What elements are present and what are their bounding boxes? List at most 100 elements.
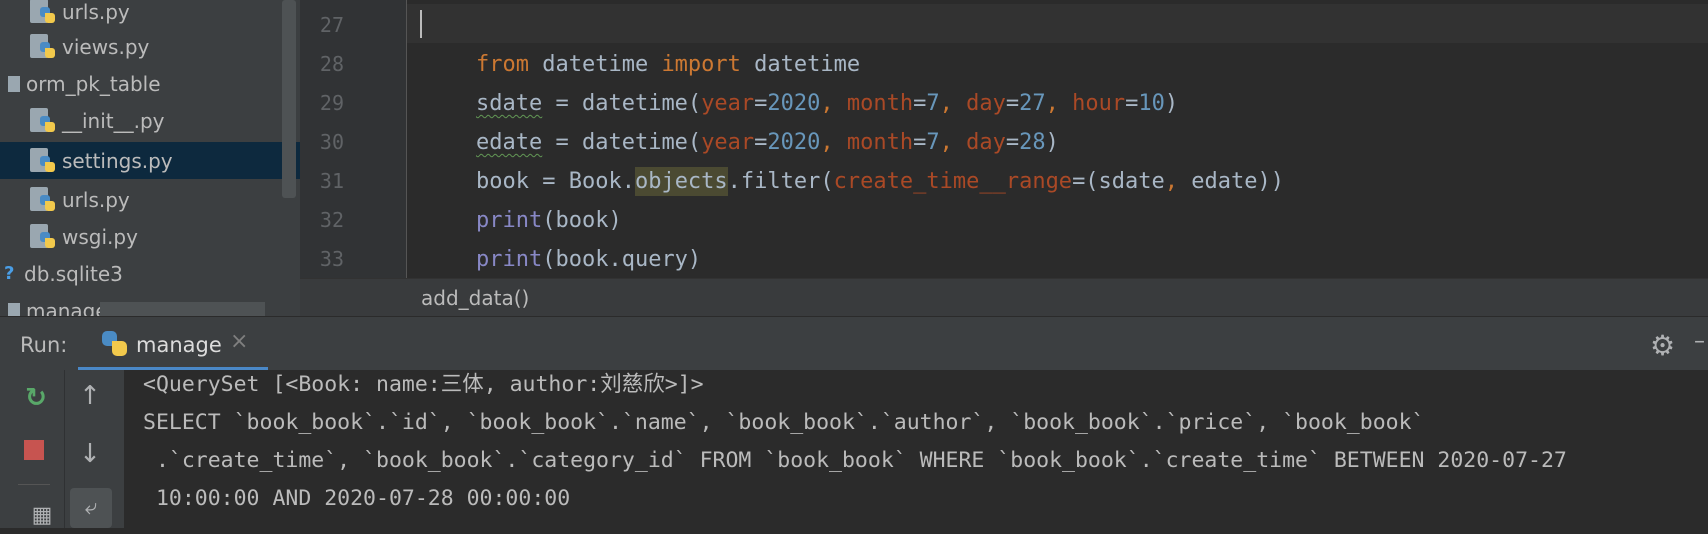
code-token: hour <box>1072 91 1126 116</box>
tree-item-init[interactable]: __init__.py <box>0 102 300 139</box>
code-token: objects <box>634 167 728 196</box>
code-token: , <box>939 130 967 155</box>
code-token: (book.query) <box>542 247 702 272</box>
code-token: month <box>846 91 914 116</box>
code-token: print <box>476 208 543 233</box>
layout-icon[interactable]: ▦ <box>22 498 62 534</box>
tree-item-db-sqlite3[interactable]: ? db.sqlite3 <box>0 255 300 292</box>
code-line[interactable]: print(book.query) <box>476 240 701 279</box>
tree-item-orm-pk-table[interactable]: orm_pk_table <box>0 65 300 102</box>
code-token: create_time__range <box>833 169 1073 194</box>
code-token: month <box>846 130 914 155</box>
code-token: 27 <box>1019 91 1046 116</box>
current-line-highlight <box>407 4 1708 43</box>
minimize-icon[interactable]: – <box>1694 329 1705 354</box>
stop-icon[interactable] <box>24 440 44 460</box>
code-token: import <box>661 52 741 77</box>
code-token: day <box>966 91 1006 116</box>
tree-item-label: __init__.py <box>62 108 165 133</box>
code-token: , <box>1045 91 1073 116</box>
sidebar-horizontal-scrollbar[interactable] <box>100 302 265 316</box>
code-token: , <box>939 91 967 116</box>
run-label: Run: <box>20 333 68 357</box>
code-token: 10 <box>1138 91 1165 116</box>
code-line[interactable]: print(book) <box>476 201 622 240</box>
code-token: year <box>701 130 755 155</box>
code-token: 2020 <box>767 130 821 155</box>
code-line[interactable]: from datetime import datetime <box>476 45 860 84</box>
run-tab-label: manage <box>136 333 222 357</box>
console-line: .`create_time`, `book_book`.`category_id… <box>143 448 1567 473</box>
python-file-icon <box>8 302 20 316</box>
tree-item-label: wsgi.py <box>62 224 138 249</box>
python-file-icon <box>30 186 56 213</box>
line-number-gutter: 27 28 29 30 31 32 33 <box>300 0 407 278</box>
tree-item-urls[interactable]: urls.py <box>0 181 300 218</box>
breadcrumb-function[interactable]: add_data() <box>421 286 529 310</box>
console-output[interactable]: <QuerySet [<Book: name:三体, author:刘慈欣>]>… <box>124 370 1708 528</box>
python-file-icon <box>30 0 56 25</box>
code-token: , <box>820 130 847 155</box>
gear-icon[interactable]: ⚙ <box>1650 329 1675 362</box>
tree-item-label: views.py <box>62 34 150 59</box>
code-token: = <box>754 130 768 155</box>
tree-item-views[interactable]: views.py <box>0 28 300 65</box>
code-token: =(sdate <box>1072 169 1165 194</box>
code-token: ) <box>1045 130 1059 155</box>
code-token: = datetime( <box>542 130 702 155</box>
tree-item-label: db.sqlite3 <box>24 261 123 286</box>
code-token: from <box>476 52 529 77</box>
run-tab-manage[interactable]: manage × <box>78 317 268 371</box>
run-toolbar: ↻ ▦ ↑ ↓ ⤶ <box>0 370 124 528</box>
code-line[interactable]: book = Book.objects.filter(create_time__… <box>476 162 1284 201</box>
toolbar-divider <box>18 484 50 485</box>
code-token: (book) <box>542 208 622 233</box>
toolbar-separator <box>64 370 65 528</box>
code-token: day <box>966 130 1006 155</box>
code-token: year <box>701 91 755 116</box>
code-token: 7 <box>926 130 940 155</box>
python-file-icon <box>30 33 56 60</box>
tree-item-label: urls.py <box>62 187 130 212</box>
code-token: , <box>1164 169 1192 194</box>
sidebar-scrollbar[interactable] <box>282 0 296 198</box>
tree-item-label: urls.py <box>62 0 130 24</box>
code-line[interactable]: edate = datetime(year=2020, month=7, day… <box>476 123 1059 162</box>
code-token: ) <box>1164 91 1179 116</box>
code-token: 28 <box>1019 130 1046 155</box>
code-editor[interactable]: 27 28 29 30 31 32 33 from datetime impor… <box>300 0 1708 278</box>
python-icon <box>102 331 128 357</box>
arrow-up-icon[interactable]: ↑ <box>70 378 110 414</box>
arrow-down-icon[interactable]: ↓ <box>70 436 110 472</box>
code-token: print <box>476 247 543 272</box>
rerun-icon[interactable]: ↻ <box>16 380 56 416</box>
code-token: = datetime( <box>542 91 702 116</box>
tree-item-label: orm_pk_table <box>26 71 161 96</box>
code-token: datetime <box>740 52 861 77</box>
code-token: = <box>1125 91 1139 116</box>
close-icon[interactable]: × <box>230 329 248 354</box>
code-token: , <box>820 91 847 116</box>
tree-item-wsgi[interactable]: wsgi.py <box>0 218 300 255</box>
code-token: book = Book. <box>476 169 635 194</box>
python-file-icon <box>30 147 56 174</box>
code-token: = <box>913 130 927 155</box>
line-number: 30 <box>319 130 344 154</box>
line-number: 31 <box>319 169 344 193</box>
console-line: 10:00:00 AND 2020-07-28 00:00:00 <box>143 486 571 511</box>
soft-wrap-icon[interactable]: ⤶ <box>70 488 112 528</box>
code-line[interactable]: sdate = datetime(year=2020, month=7, day… <box>476 84 1178 123</box>
breadcrumb[interactable]: add_data() <box>300 278 1708 317</box>
run-toolwindow-header: Run: manage × ⚙ – <box>0 316 1708 371</box>
line-number: 33 <box>319 247 344 271</box>
code-token: 2020 <box>767 91 821 116</box>
console-line: <QuerySet [<Book: name:三体, author:刘慈欣>]> <box>143 372 704 397</box>
tree-item-settings[interactable]: settings.py <box>0 142 300 179</box>
code-token: edate <box>476 130 543 155</box>
line-number: 32 <box>319 208 344 232</box>
line-number: 27 <box>319 13 344 37</box>
code-token: = <box>1005 130 1020 155</box>
tree-item-urls[interactable]: urls.py <box>0 0 300 30</box>
line-number: 29 <box>319 91 344 115</box>
line-number: 28 <box>319 52 344 76</box>
